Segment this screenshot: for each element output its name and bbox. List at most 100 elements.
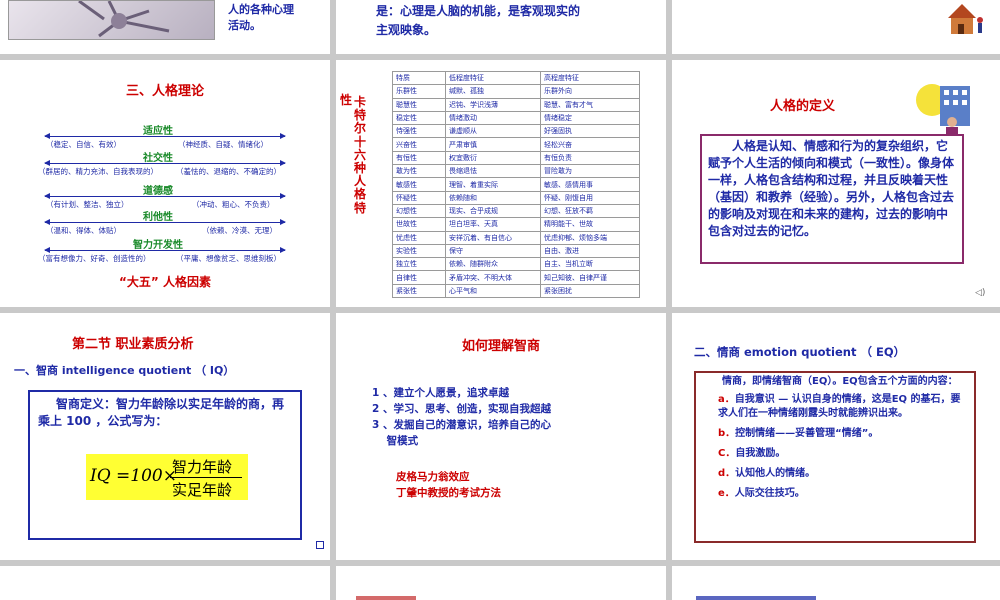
- title-char: 特: [354, 200, 367, 215]
- slide-title: 人格的定义: [770, 99, 836, 114]
- office-worker-icon: [916, 84, 970, 137]
- table-row: 幻想性 现实、合乎成规 幻想、狂放不羁: [392, 203, 640, 219]
- slide-2[interactable]: 是：心理是人脑的机能，是客观现实的 主观映象。: [336, 0, 666, 54]
- trait-label: 适应性: [143, 126, 173, 137]
- slide-nav-icon[interactable]: [316, 541, 324, 549]
- eq-item-text: 自我激励。: [735, 448, 786, 459]
- eq-item-letter: e．: [718, 488, 735, 499]
- header-cell: 特质: [392, 70, 446, 86]
- ding-exam-method-link[interactable]: 丁肇中教授的考试方法: [396, 485, 501, 501]
- table-cell: 聪慧、富有才气: [540, 97, 640, 112]
- definition-box: 人格是认知、情感和行为的复杂组织，它赋予个人生活的倾向和模式（一致性）。像身体一…: [700, 134, 964, 264]
- table-cell: 实验性: [392, 243, 446, 259]
- table-cell: 敏感性: [392, 177, 446, 192]
- slide-iq[interactable]: 第二节 职业素质分析 一、智商 intelligence quotient （ …: [0, 313, 330, 560]
- eq-item-text: 自我意识 — 认识自身的情绪，这是EQ 的基石，要求人们在一种情绪刚露头时就能辨…: [718, 394, 961, 419]
- table-cell: 自主、当机立断: [540, 257, 640, 272]
- table-cell: 权宜敷衍: [445, 150, 541, 166]
- table-row: 紧张性 心平气和 紧张困扰: [392, 283, 640, 299]
- title-char: 格: [354, 187, 367, 202]
- title-char: 尔: [354, 121, 367, 136]
- trait-axis-arrow: [44, 193, 286, 199]
- trait-axis-arrow: [44, 133, 286, 139]
- table-cell: 冒险敢为: [540, 164, 640, 179]
- table-cell: 怀疑、刚愎自用: [540, 190, 640, 205]
- table-cell: 怀疑性: [392, 190, 446, 205]
- table-row: 怀疑性 依赖随和 怀疑、刚愎自用: [392, 190, 640, 205]
- table-cell: 现实、合乎成规: [445, 203, 541, 219]
- traits-table: 特质 低程度特征 高程度特征 乐群性 缄默、孤独 乐群外向 聪慧性 迟钝、学识浅薄 聪慧、…: [392, 70, 640, 299]
- partial-text: [356, 596, 416, 600]
- table-cell: 严肃审慎: [445, 137, 541, 152]
- section-title: 第二节 职业素质分析: [72, 337, 194, 352]
- list-item: 1 、建立个人愿景，追求卓越: [372, 387, 509, 399]
- table-row: 世故性 坦白坦率、天真 精明能干、世故: [392, 217, 640, 232]
- slide-eq[interactable]: 二、情商 emotion quotient （ EQ） 情商，即情绪智商（EQ）…: [672, 313, 1000, 560]
- brain-neuron-image: [8, 0, 215, 40]
- trait-high-note: （平庸、想像贫乏、思维刻板）: [176, 254, 281, 263]
- list-item: 3 、发掘自己的潜意识，培养自己的心: [372, 419, 551, 431]
- trait-high-note: （羞怯的、退缩的、不确定的）: [176, 167, 281, 176]
- table-cell: 聪慧性: [392, 97, 446, 112]
- slide-understanding-iq[interactable]: 如何理解智商 1 、建立个人愿景，追求卓越 2 、学习、思考、创造，实现自我超越…: [336, 313, 666, 560]
- eq-item-text: 认知他人的情绪。: [735, 468, 816, 479]
- title-char: 卡: [354, 95, 367, 109]
- formula-lhs: IQ =100×: [90, 466, 177, 486]
- table-cell: 幻想、狂放不羁: [540, 203, 640, 219]
- table-cell: 乐群性: [392, 84, 446, 99]
- slide-10[interactable]: [0, 566, 330, 600]
- trait-axis-arrow: [44, 219, 286, 225]
- header-cell: 高程度特征: [540, 70, 640, 86]
- slide-3[interactable]: [672, 0, 1000, 54]
- trait-low-note: （群居的、精力充沛、自我表现的）: [38, 167, 158, 176]
- table-cell: 有恒性: [392, 150, 446, 166]
- list-item: 2 、学习、思考、创造，实现自我超越: [372, 403, 551, 415]
- eq-content-box: 情商，即情绪智商（EQ）。EQ包含五个方面的内容： a．自我意识 — 认识自身的…: [694, 371, 976, 543]
- table-cell: 恃强性: [392, 124, 446, 139]
- list-item: 智模式: [372, 435, 419, 447]
- iq-subtitle: 一、智商 intelligence quotient （ IQ）: [14, 364, 235, 377]
- table-cell: 忧虑性: [392, 230, 446, 245]
- table-header-row: 特质 低程度特征 高程度特征: [392, 70, 640, 86]
- big-five-footer: “大五” 人格因素: [119, 275, 211, 289]
- table-cell: 轻松兴奋: [540, 137, 640, 152]
- trait-high-note: （依赖、冷漠、无理）: [202, 226, 277, 235]
- slide-personality-theory[interactable]: 三、人格理论 适应性 （稳定、自信、有效） （神经质、自疑、情绪化） 社交性 （…: [0, 60, 330, 307]
- table-cell: 好强固执: [540, 124, 640, 139]
- title-char: 性: [340, 93, 353, 107]
- pygmalion-effect-link[interactable]: 皮格马力翁效应: [396, 469, 501, 485]
- table-cell: 依赖、随群附众: [445, 257, 541, 272]
- slide-personality-definition[interactable]: 人格的定义 人格是认知、情感和行为的复杂组织，它赋予个人生活的倾向和模式（一致性…: [672, 60, 1000, 307]
- table-cell: 紧张困扰: [540, 283, 640, 299]
- eq-item-letter: d．: [718, 468, 736, 479]
- slide-12[interactable]: [672, 566, 1000, 600]
- eq-item-text: 控制情绪——妥善管理“情绪”。: [735, 428, 879, 439]
- table-cell: 敏感、感情用事: [540, 177, 640, 192]
- table-cell: 情绪激动: [445, 110, 541, 126]
- table-row: 聪慧性 迟钝、学识浅薄 聪慧、富有才气: [392, 97, 640, 112]
- eq-intro: 情商，即情绪智商（EQ）。EQ包含五个方面的内容：: [722, 376, 958, 387]
- neuron-illustration: [78, 0, 170, 38]
- trait-axis-arrow: [44, 247, 286, 253]
- slide-cattell-16-traits[interactable]: 性 卡 特 尔 十 六 种 人 格 特 特质 低程度特征 高程度特征 乐群性 缄默…: [336, 60, 666, 307]
- table-cell: 理智、着重实际: [445, 177, 541, 192]
- eq-item-letter: C．: [718, 448, 736, 459]
- slide-2-text: 是：心理是人脑的机能，是客观现实的 主观映象。: [376, 4, 581, 37]
- table-row: 自律性 矛盾冲突、不明大体 知己知彼、自律严谨: [392, 270, 640, 285]
- iq-definition-text: 智商定义：智力年龄除以实足年龄的商，再乘上 100 ，公式写为：: [38, 397, 285, 428]
- title-char: 种: [354, 161, 367, 176]
- speaker-icon[interactable]: ◁): [975, 288, 985, 298]
- title-char: 六: [354, 147, 367, 162]
- table-cell: 安祥沉着、有自信心: [445, 230, 541, 245]
- slide-1[interactable]: 人的各种心理 活动。: [0, 0, 330, 54]
- definition-text: 人格是认知、情感和行为的复杂组织，它赋予个人生活的倾向和模式（一致性）。像身体一…: [708, 139, 955, 238]
- eq-list-item: e．人际交往技巧。: [702, 487, 968, 501]
- house-figure-icon: [948, 4, 983, 34]
- slide-11[interactable]: [336, 566, 666, 600]
- eq-title: 二、情商 emotion quotient （ EQ）: [694, 345, 906, 359]
- table-cell: 忧虑抑郁、烦恼多端: [540, 230, 640, 245]
- header-cell: 低程度特征: [445, 70, 541, 86]
- table-cell: 迟钝、学识浅薄: [445, 97, 541, 112]
- trait-low-note: （温和、得体、体贴）: [46, 226, 121, 235]
- table-cell: 畏缩退怯: [445, 164, 541, 179]
